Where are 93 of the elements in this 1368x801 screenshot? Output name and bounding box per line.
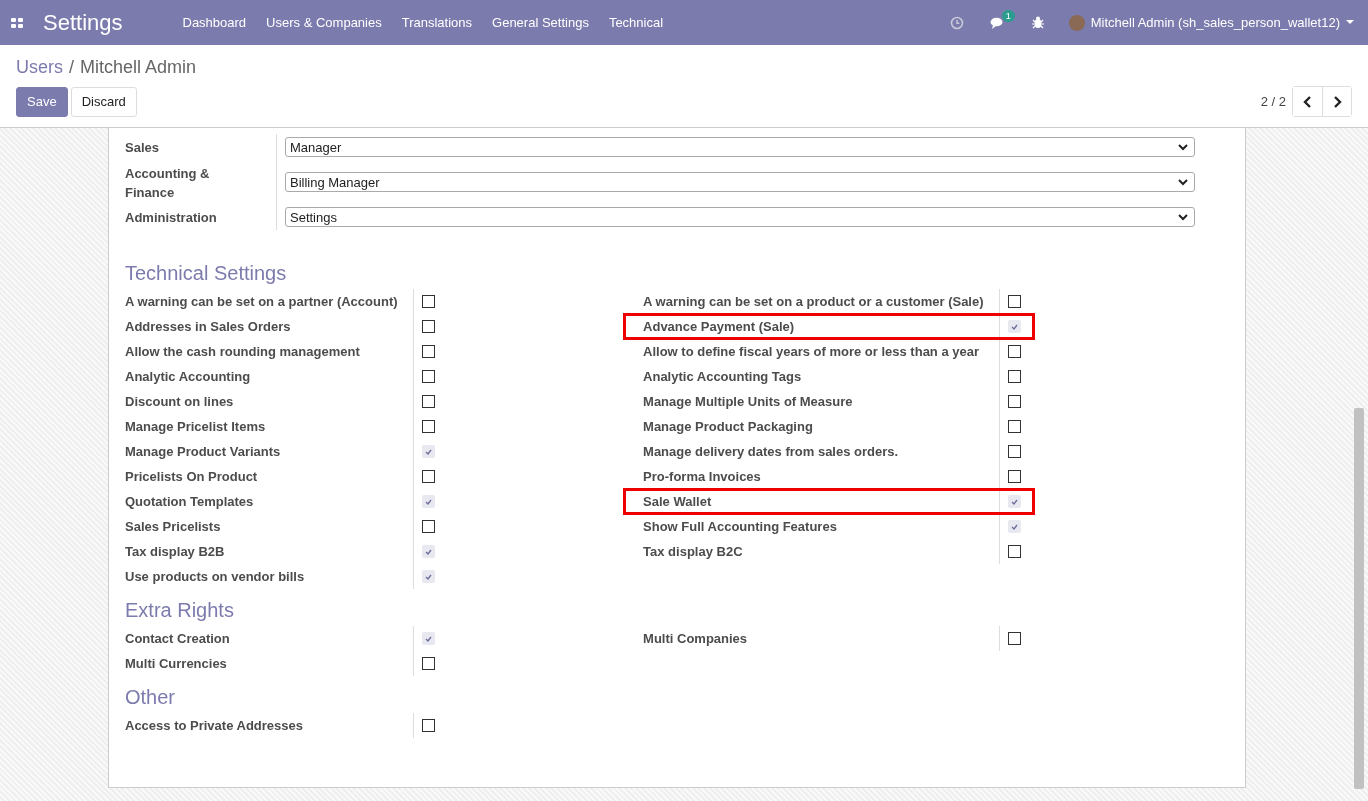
checkbox[interactable] bbox=[1008, 632, 1022, 645]
field-label: Accounting & Finance bbox=[125, 165, 211, 202]
checkbox-label: Access to Private Addresses bbox=[125, 717, 304, 735]
checkbox[interactable] bbox=[1008, 395, 1022, 408]
checkbox[interactable] bbox=[1008, 345, 1022, 358]
menu-item[interactable]: Dashboard bbox=[172, 15, 257, 30]
checkbox-label: Manage Multiple Units of Measure bbox=[643, 393, 854, 411]
checkbox[interactable] bbox=[422, 520, 435, 533]
checkbox[interactable] bbox=[422, 470, 435, 483]
discard-button[interactable]: Discard bbox=[70, 86, 137, 117]
checkmark-icon bbox=[1011, 323, 1019, 330]
checkbox[interactable] bbox=[422, 719, 435, 732]
checkbox-label: Manage Product Variants bbox=[125, 443, 282, 461]
section-title: Other bbox=[125, 685, 177, 710]
checkbox-label: Analytic Accounting bbox=[125, 368, 252, 386]
menu-item[interactable]: Users & Companies bbox=[256, 15, 392, 30]
checkmark-icon bbox=[425, 448, 432, 455]
scrollbar-thumb[interactable] bbox=[1354, 408, 1364, 789]
checkbox[interactable] bbox=[1008, 520, 1022, 533]
select-field[interactable]: Settings bbox=[285, 207, 1195, 227]
checkbox[interactable] bbox=[1008, 445, 1022, 458]
checkbox-label: Addresses in Sales Orders bbox=[125, 318, 292, 336]
checkbox[interactable] bbox=[1008, 320, 1022, 333]
checkbox[interactable] bbox=[422, 445, 435, 458]
checkbox[interactable] bbox=[1008, 295, 1022, 308]
checkmark-icon bbox=[1011, 523, 1019, 530]
chevron-right-icon bbox=[1332, 95, 1342, 108]
menu-item[interactable]: Translations bbox=[391, 15, 483, 30]
checkbox[interactable] bbox=[422, 345, 435, 358]
checkbox[interactable] bbox=[1008, 370, 1022, 383]
checkbox-label: Multi Companies bbox=[643, 630, 749, 648]
checkbox[interactable] bbox=[422, 320, 435, 333]
checkbox-label: Analytic Accounting Tags bbox=[643, 368, 803, 386]
checkbox[interactable] bbox=[422, 370, 435, 383]
section-title: Technical Settings bbox=[125, 261, 288, 286]
checkmark-icon bbox=[425, 635, 432, 642]
checkbox[interactable] bbox=[422, 395, 435, 408]
checkbox-label: Allow to define fiscal years of more or less than a year bbox=[643, 343, 980, 361]
checkbox-label: Pro-forma Invoices bbox=[643, 468, 762, 486]
app-title: Settings bbox=[43, 9, 123, 36]
checkmark-icon bbox=[425, 573, 432, 580]
bug-icon[interactable] bbox=[1031, 16, 1044, 29]
checkbox[interactable] bbox=[1008, 420, 1022, 433]
checkbox[interactable] bbox=[422, 420, 435, 433]
avatar bbox=[1068, 14, 1085, 31]
checkbox[interactable] bbox=[1008, 495, 1022, 508]
section-title: Extra Rights bbox=[125, 598, 235, 623]
checkbox[interactable] bbox=[422, 495, 435, 508]
checkbox-label: Pricelists On Product bbox=[125, 468, 259, 486]
checkbox-label: Tax display B2B bbox=[125, 543, 226, 561]
breadcrumb-separator: / bbox=[69, 57, 75, 78]
checkbox-label: A warning can be set on a product or a customer (Sale) bbox=[643, 293, 985, 311]
pager-counter: 2 / 2 bbox=[1260, 94, 1286, 109]
select-field[interactable]: Manager bbox=[285, 137, 1195, 157]
menu-item[interactable]: Technical bbox=[598, 15, 674, 30]
checkmark-icon bbox=[1011, 498, 1019, 505]
user-menu[interactable]: Mitchell Admin (sh_sales_person_wallet12) bbox=[1090, 15, 1340, 30]
checkbox[interactable] bbox=[1008, 545, 1022, 558]
checkmark-icon bbox=[425, 548, 432, 555]
checkbox-label: Manage Product Packaging bbox=[643, 418, 814, 436]
select-field[interactable]: Billing Manager bbox=[285, 172, 1195, 192]
checkbox-label: Sale Wallet bbox=[643, 489, 1000, 514]
checkbox-label: Sales Pricelists bbox=[125, 518, 222, 536]
checkbox-label: Show Full Accounting Features bbox=[643, 518, 838, 536]
checkbox-label: Tax display B2C bbox=[643, 543, 744, 561]
checkbox-label: Allow the cash rounding management bbox=[125, 343, 361, 361]
checkbox[interactable] bbox=[422, 295, 435, 308]
apps-menu-icon[interactable] bbox=[10, 15, 24, 30]
checkbox-label: Contact Creation bbox=[125, 630, 231, 648]
checkbox-label: Discount on lines bbox=[125, 393, 235, 411]
chevron-left-icon bbox=[1303, 95, 1312, 108]
menu-item[interactable]: General Settings bbox=[482, 15, 599, 30]
checkmark-icon bbox=[425, 498, 432, 505]
checkbox[interactable] bbox=[1008, 470, 1022, 483]
checkbox-label: Multi Currencies bbox=[125, 655, 228, 673]
checkbox[interactable] bbox=[422, 632, 435, 645]
checkbox-label: Advance Payment (Sale) bbox=[643, 314, 1000, 339]
field-label: Administration bbox=[125, 209, 218, 227]
checkbox-label: Quotation Templates bbox=[125, 493, 255, 511]
message-count-badge: 1 bbox=[1001, 9, 1015, 22]
breadcrumb-current: Mitchell Admin bbox=[80, 57, 197, 78]
checkbox-label: Manage delivery dates from sales orders. bbox=[643, 443, 900, 461]
checkbox[interactable] bbox=[422, 657, 435, 670]
checkbox[interactable] bbox=[422, 570, 435, 583]
breadcrumb-link[interactable]: Users bbox=[16, 57, 63, 78]
checkbox-label: Use products on vendor bills bbox=[125, 568, 306, 586]
checkbox-label: A warning can be set on a partner (Account) bbox=[125, 293, 399, 311]
next-button[interactable] bbox=[1322, 87, 1351, 116]
field-label: Sales bbox=[125, 139, 160, 157]
save-button[interactable]: Save bbox=[16, 86, 68, 117]
checkbox-label: Manage Pricelist Items bbox=[125, 418, 267, 436]
caret-icon[interactable] bbox=[1346, 20, 1354, 25]
checkbox[interactable] bbox=[422, 545, 435, 558]
